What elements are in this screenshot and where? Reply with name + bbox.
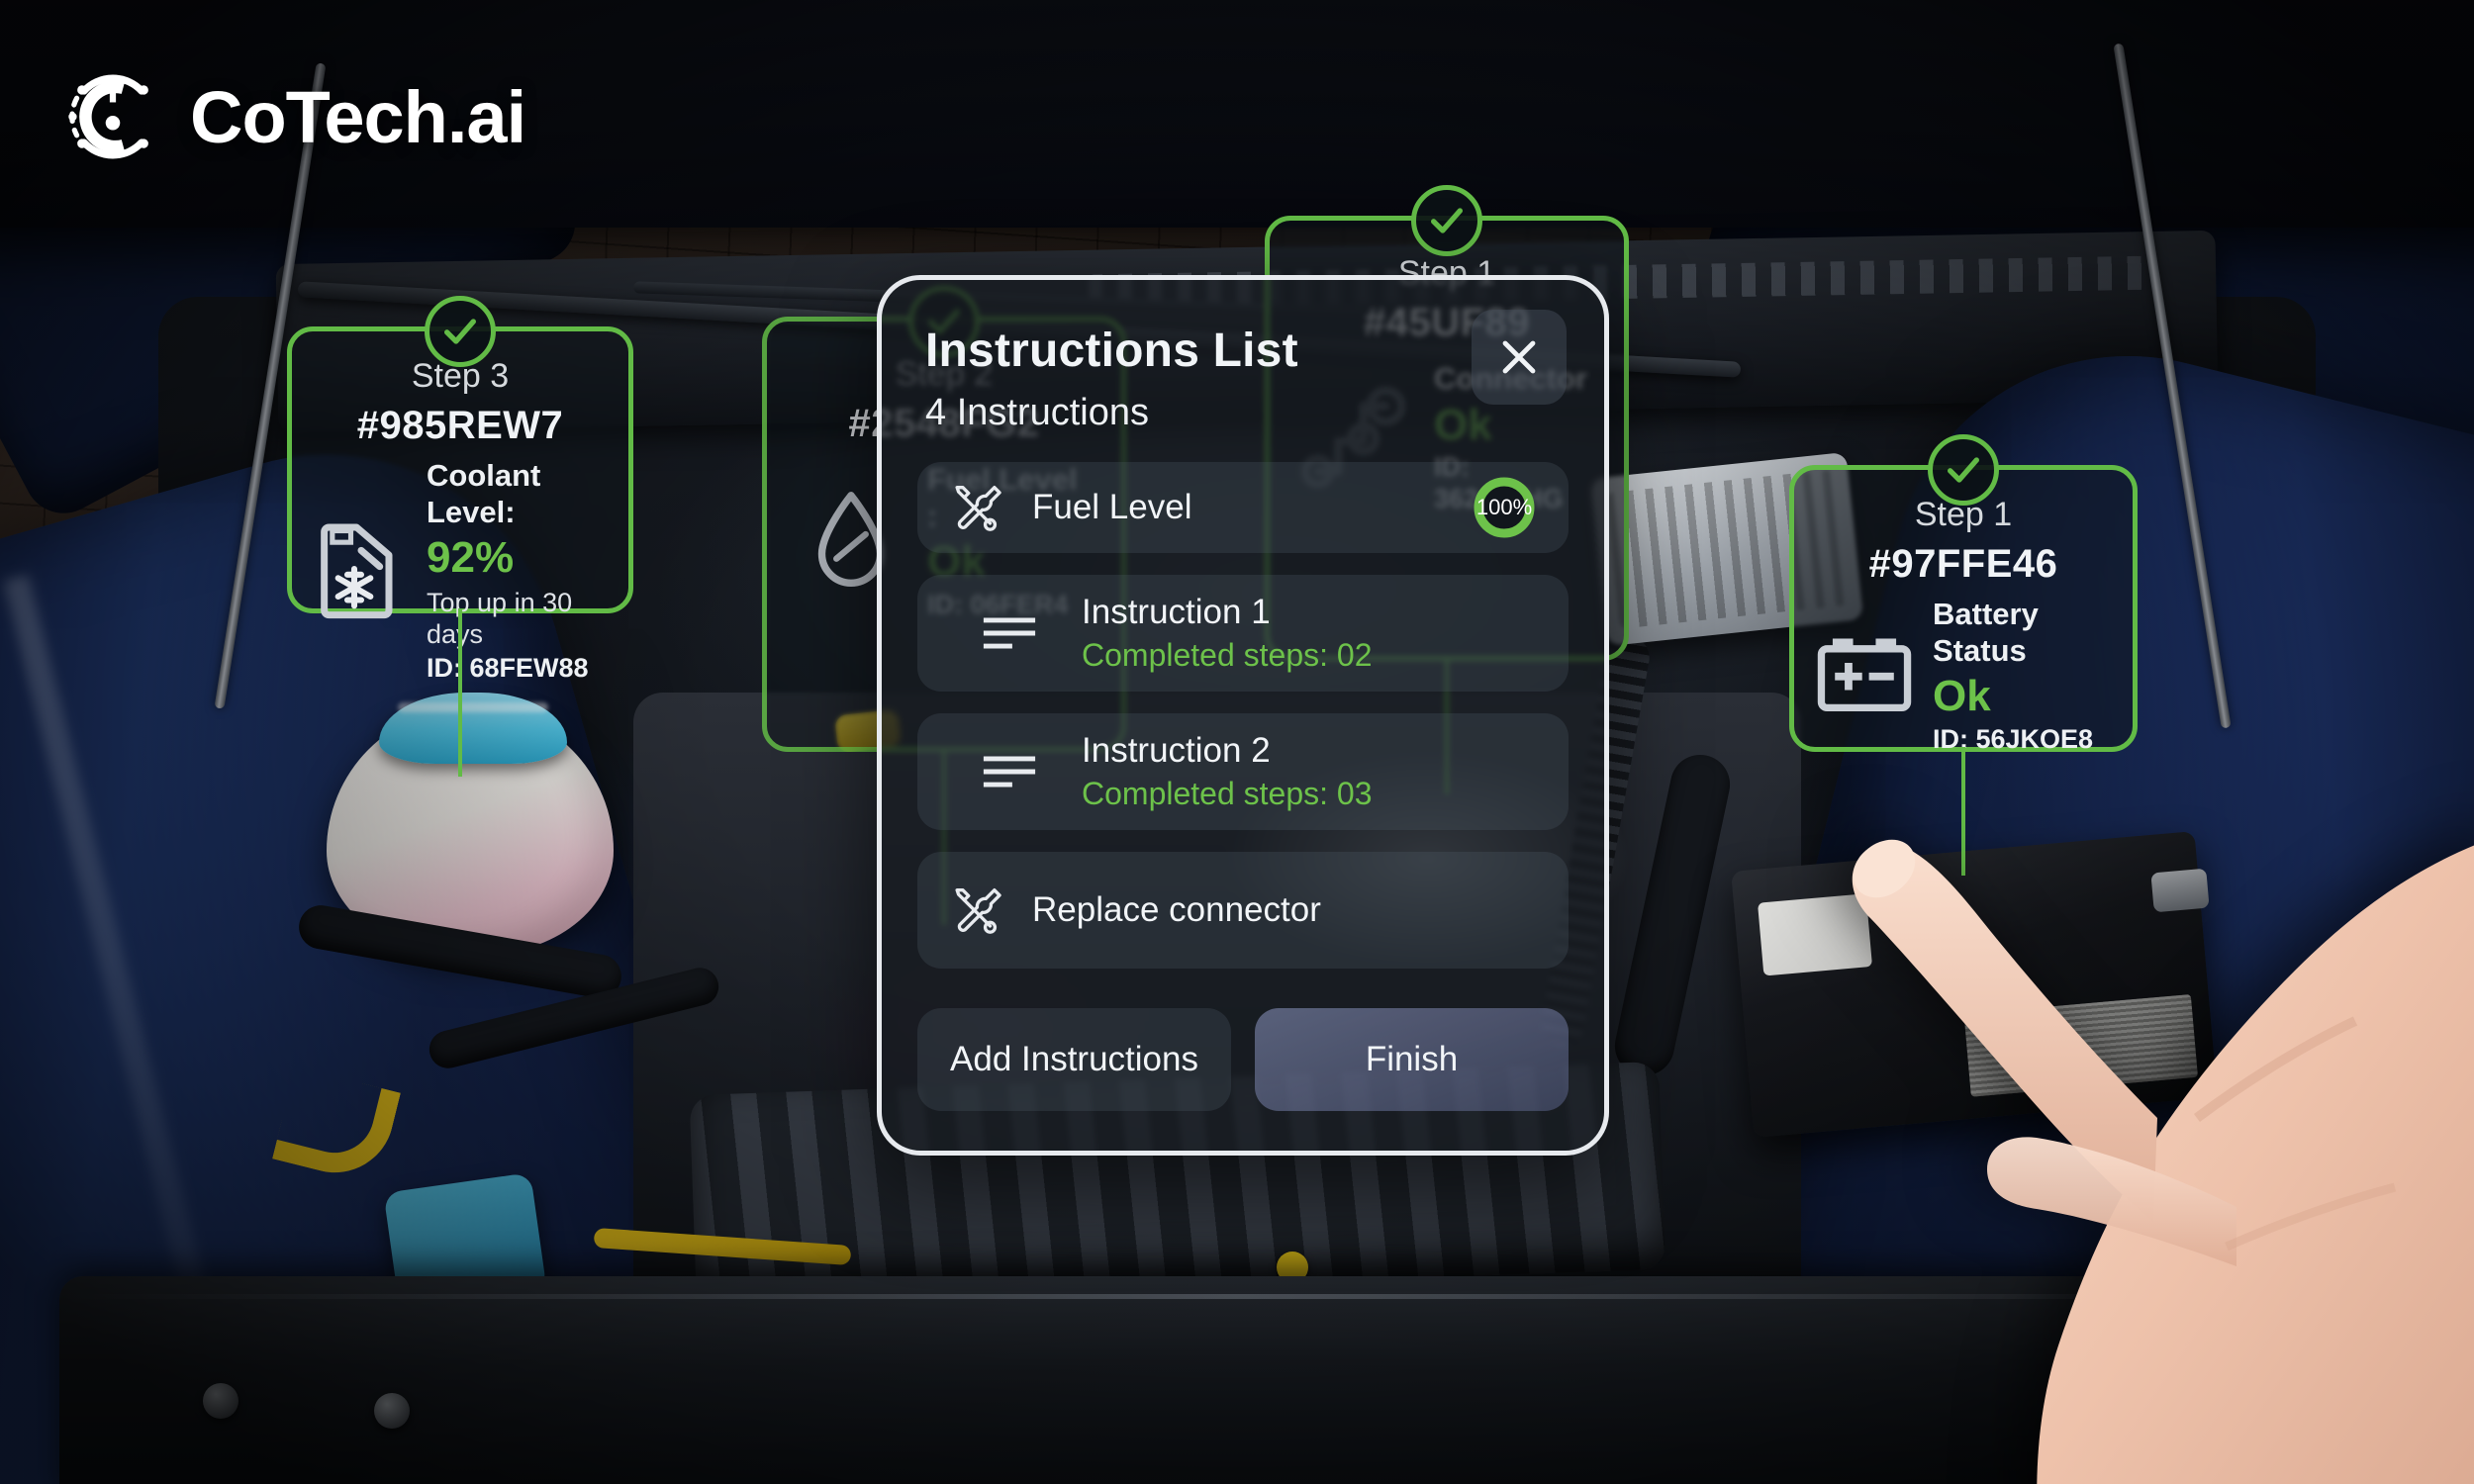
ar-id-label: ID: 56JKOE8 xyxy=(1933,724,2094,755)
ar-metric-label: Coolant Level: xyxy=(427,458,541,529)
instruction-rows: Fuel Level 100% Instruction 1 Completed … xyxy=(882,434,1604,982)
ar-leader-line xyxy=(1961,747,1965,876)
ar-card-battery[interactable]: Step 1 #97FFE46 Battery Status Ok ID: 56… xyxy=(1789,434,2138,876)
check-circle-icon xyxy=(425,296,496,367)
ar-screenshot-stage: CoTech.ai Step 1 #45UF89 Conn xyxy=(0,0,2474,1484)
check-circle-icon xyxy=(1928,434,1999,506)
bolt xyxy=(2232,1367,2267,1403)
add-instructions-button[interactable]: Add Instructions xyxy=(917,1008,1231,1111)
tools-glyph xyxy=(955,486,1001,531)
row-content: Fuel Level xyxy=(1032,488,1442,528)
tools-icon xyxy=(947,881,1004,939)
instruction-row-fuel-level[interactable]: Fuel Level 100% xyxy=(917,462,1569,553)
check-glyph xyxy=(1431,208,1463,233)
bolt xyxy=(2083,1383,2119,1419)
row-content: Instruction 1 Completed steps: 02 xyxy=(1082,593,1539,674)
brand-name: CoTech.ai xyxy=(190,75,526,158)
progress-badge: 100% xyxy=(1470,473,1539,542)
check-glyph xyxy=(444,319,476,344)
check-circle-icon xyxy=(1411,185,1482,256)
ar-leader-line xyxy=(458,608,462,777)
list-glyph xyxy=(983,756,1036,788)
battery-glyph xyxy=(1817,638,1912,711)
coolant-canister-icon xyxy=(310,513,413,629)
dialog-footer: Add Instructions Finish xyxy=(882,982,1604,1151)
lower-engine-shield xyxy=(59,1276,2415,1484)
ar-metric-value: Ok xyxy=(1933,672,1991,721)
ar-metric-value: 92% xyxy=(427,533,515,583)
ar-card-coolant[interactable]: Step 3 #985REW7 Coolant Level: 92% Top u… xyxy=(287,296,633,777)
row-content: Instruction 2 Completed steps: 03 xyxy=(1082,731,1539,812)
finish-button[interactable]: Finish xyxy=(1255,1008,1569,1111)
dialog-subtitle: 4 Instructions xyxy=(925,392,1149,433)
list-glyph xyxy=(983,617,1036,649)
battery-icon xyxy=(1810,628,1919,724)
car-battery xyxy=(1731,831,2218,1138)
dialog-title: Instructions List xyxy=(925,325,1298,377)
ar-metric-sub: Top up in 30 days xyxy=(427,588,573,649)
list-icon xyxy=(981,751,1038,792)
list-icon xyxy=(981,612,1038,654)
instructions-list-dialog: Instructions List 4 Instructions Fuel Le… xyxy=(877,275,1609,1156)
close-icon xyxy=(1502,340,1536,374)
ar-code-label: #985REW7 xyxy=(356,404,564,447)
row-content: Replace connector xyxy=(1032,890,1539,931)
battery-terminal xyxy=(2150,868,2210,913)
brand-logo: CoTech.ai xyxy=(61,65,526,168)
ar-metric-label: Battery Status xyxy=(1933,597,2039,668)
bolt xyxy=(374,1393,410,1429)
ar-code-label: #97FFE46 xyxy=(1868,542,2058,586)
instruction-row-1[interactable]: Instruction 1 Completed steps: 02 xyxy=(917,575,1569,692)
close-button[interactable] xyxy=(1472,310,1567,405)
instruction-row-replace-connector[interactable]: Replace connector xyxy=(917,852,1569,969)
progress-badge-text: 100% xyxy=(1475,495,1533,519)
instruction-row-2[interactable]: Instruction 2 Completed steps: 03 xyxy=(917,713,1569,830)
row-title: Instruction 2 xyxy=(1082,731,1271,771)
row-title: Instruction 1 xyxy=(1082,593,1271,632)
check-glyph xyxy=(1948,457,1979,483)
tools-glyph xyxy=(955,888,1001,934)
coolant-canister-glyph xyxy=(321,523,393,618)
dialog-header: Instructions List 4 Instructions xyxy=(882,280,1604,434)
row-title: Replace connector xyxy=(1032,889,1321,929)
bolt xyxy=(203,1383,238,1419)
row-status: Completed steps: 02 xyxy=(1082,636,1373,673)
row-status: Completed steps: 03 xyxy=(1082,775,1373,811)
tools-icon xyxy=(947,479,1004,536)
cotech-circular-c-logo-icon xyxy=(68,74,148,159)
ar-id-label: ID: 68FEW88 xyxy=(427,652,589,683)
row-title: Fuel Level xyxy=(1032,487,1192,526)
coolant-reservoir-cap xyxy=(379,693,567,764)
